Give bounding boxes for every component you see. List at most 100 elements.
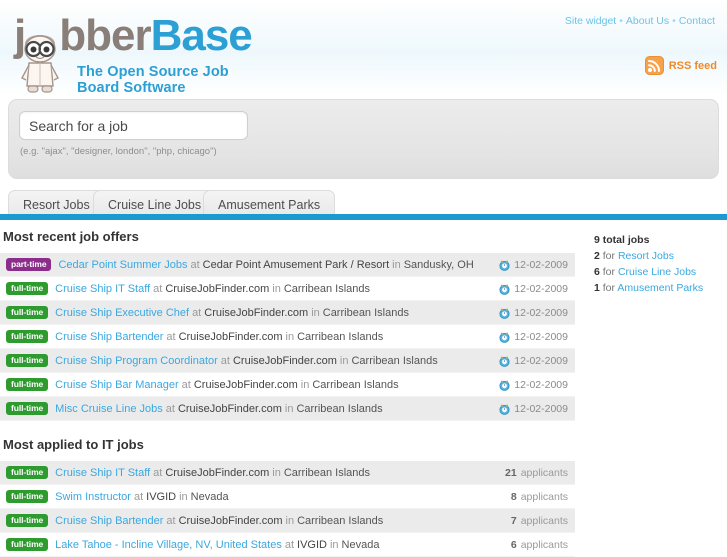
job-at-word: at: [165, 402, 175, 415]
job-date-text: 12-02-2009: [514, 283, 568, 295]
job-title-link[interactable]: Misc Cruise Line Jobs: [55, 403, 163, 415]
job-row[interactable]: part-time Cedar Point Summer Jobs at Cedar …: [0, 253, 575, 277]
job-title-link[interactable]: Cruise Ship Executive Chef: [55, 307, 189, 319]
job-title-link[interactable]: Cruise Ship Program Coordinator: [55, 355, 218, 367]
search-input[interactable]: [19, 111, 248, 140]
sidebar-for-word-1: for: [602, 266, 616, 278]
nav-link-site-widget[interactable]: Site widget: [565, 15, 616, 27]
top-navigation: Site widget • About Us • Contact: [565, 15, 715, 27]
tab-amusement-parks-label: Amusement Parks: [218, 197, 321, 212]
job-title-link[interactable]: Cruise Ship Bartender: [55, 515, 163, 527]
job-date: 12-02-2009: [499, 253, 568, 277]
job-company: CruiseJobFinder.com: [204, 306, 309, 319]
job-at-word: at: [153, 282, 163, 295]
job-location: Carribean Islands: [322, 306, 409, 319]
job-applicants-count: 7: [510, 515, 517, 527]
job-company: CruiseJobFinder.com: [178, 330, 283, 343]
sidebar-count-cruise-line-jobs: 6: [594, 266, 600, 278]
clock-icon: [499, 356, 510, 367]
job-location: Carribean Islands: [296, 402, 383, 415]
tab-cruise-line-jobs-label: Cruise Line Jobs: [108, 197, 202, 212]
job-row[interactable]: full-time Cruise Ship Bartender at CruiseJo…: [0, 509, 575, 533]
job-in-word: in: [284, 402, 294, 415]
clock-icon: [499, 260, 510, 271]
job-location: Carribean Islands: [297, 330, 384, 343]
job-type-badge: full-time: [6, 466, 49, 479]
job-applicants-label: applicants: [520, 467, 568, 479]
nav-link-about-us[interactable]: About Us: [626, 15, 669, 27]
job-company: Cedar Point Amusement Park / Resort: [202, 258, 390, 271]
job-date: 12-02-2009: [499, 349, 568, 373]
job-row[interactable]: full-time Cruise Ship Bar Manager at Cruise…: [0, 373, 575, 397]
job-row[interactable]: full-time Cruise Ship IT Staff at CruiseJob…: [0, 461, 575, 485]
job-applicants: 21 applicants: [505, 461, 568, 485]
job-company: IVGID: [146, 490, 177, 503]
job-at-word: at: [181, 378, 191, 391]
job-applicants-count: 21: [505, 467, 517, 479]
sidebar-link-cruise-line-jobs[interactable]: Cruise Line Jobs: [618, 266, 696, 278]
job-title-link[interactable]: Cedar Point Summer Jobs: [58, 259, 187, 271]
job-listings-column: Most recent job offers part-time Cedar Po…: [0, 220, 580, 557]
rss-feed-link[interactable]: RSS feed: [644, 56, 717, 75]
job-row[interactable]: full-time Cruise Ship IT Staff at CruiseJob…: [0, 277, 575, 301]
applied-jobs-list: full-time Cruise Ship IT Staff at CruiseJob…: [0, 461, 575, 557]
sidebar-count-resort-jobs: 2: [594, 250, 600, 262]
job-row[interactable]: full-time Cruise Ship Program Coordinator…: [0, 349, 575, 373]
job-at-word: at: [153, 466, 163, 479]
job-company: CruiseJobFinder.com: [178, 514, 283, 527]
sidebar-link-resort-jobs[interactable]: Resort Jobs: [618, 250, 674, 262]
job-row[interactable]: full-time Swim Instructor at IVGID in Nevada 8…: [0, 485, 575, 509]
job-date: 12-02-2009: [499, 277, 568, 301]
job-location: Carribean Islands: [283, 282, 371, 295]
clock-icon: [499, 380, 510, 391]
job-company: CruiseJobFinder.com: [232, 354, 337, 367]
job-row[interactable]: full-time Misc Cruise Line Jobs at CruiseJo…: [0, 397, 575, 421]
job-location: Carribean Islands: [351, 354, 438, 367]
search-panel: (e.g. "ajax", "designer, london", "php, …: [8, 99, 719, 179]
job-date: 12-02-2009: [499, 325, 568, 349]
job-location: Nevada: [190, 490, 229, 503]
job-title-link[interactable]: Swim Instructor: [55, 491, 131, 503]
job-in-word: in: [285, 514, 295, 527]
job-date: 12-02-2009: [499, 397, 568, 421]
logo-text-bber: bber: [59, 11, 151, 60]
job-type-badge: full-time: [6, 354, 49, 367]
job-title-link[interactable]: Cruise Ship Bar Manager: [55, 379, 179, 391]
search-hint-text: (e.g. "ajax", "designer, london", "php, …: [20, 146, 217, 157]
site-tagline: The Open Source Job Board Software: [77, 64, 229, 96]
clock-icon: [499, 404, 510, 415]
job-row[interactable]: full-time Lake Tahoe - Incline Village, N…: [0, 533, 575, 557]
job-row[interactable]: full-time Cruise Ship Bartender at CruiseJo…: [0, 325, 575, 349]
job-type-badge: full-time: [6, 330, 49, 343]
job-location: Carribean Islands: [297, 514, 384, 527]
job-in-word: in: [300, 378, 310, 391]
job-at-word: at: [166, 514, 176, 527]
job-date-text: 12-02-2009: [514, 307, 568, 319]
tab-resort-jobs-label: Resort Jobs: [23, 197, 90, 212]
sidebar-link-amusement-parks[interactable]: Amusement Parks: [617, 282, 703, 294]
job-type-badge: full-time: [6, 402, 49, 415]
section-title-recent: Most recent job offers: [3, 229, 139, 244]
job-applicants: 8 applicants: [511, 485, 568, 509]
job-type-badge: full-time: [6, 282, 49, 295]
sidebar-for-word-0: for: [602, 250, 616, 262]
sidebar-item-resort-jobs: 2 for Resort Jobs: [594, 248, 724, 264]
job-type-badge: full-time: [6, 490, 49, 503]
job-at-word: at: [133, 490, 144, 503]
nav-separator-1: •: [619, 15, 623, 27]
job-row[interactable]: full-time Cruise Ship Executive Chef at Cru…: [0, 301, 575, 325]
sidebar-count-amusement-parks: 1: [594, 282, 600, 294]
job-company: CruiseJobFinder.com: [165, 466, 270, 479]
job-title-link[interactable]: Cruise Ship IT Staff: [55, 467, 150, 479]
page-header: j bberBase The Open Source Job Board Soft…: [0, 0, 727, 96]
job-date-text: 12-02-2009: [514, 355, 568, 367]
job-title-link[interactable]: Cruise Ship IT Staff: [55, 283, 150, 295]
job-in-word: in: [285, 330, 295, 343]
job-type-badge: full-time: [6, 306, 49, 319]
job-date-text: 12-02-2009: [514, 331, 568, 343]
job-date: 12-02-2009: [499, 301, 568, 325]
job-title-link[interactable]: Cruise Ship Bartender: [55, 331, 163, 343]
nav-link-contact[interactable]: Contact: [679, 15, 715, 27]
job-type-badge: part-time: [6, 258, 52, 271]
rss-feed-label: RSS feed: [668, 59, 717, 72]
